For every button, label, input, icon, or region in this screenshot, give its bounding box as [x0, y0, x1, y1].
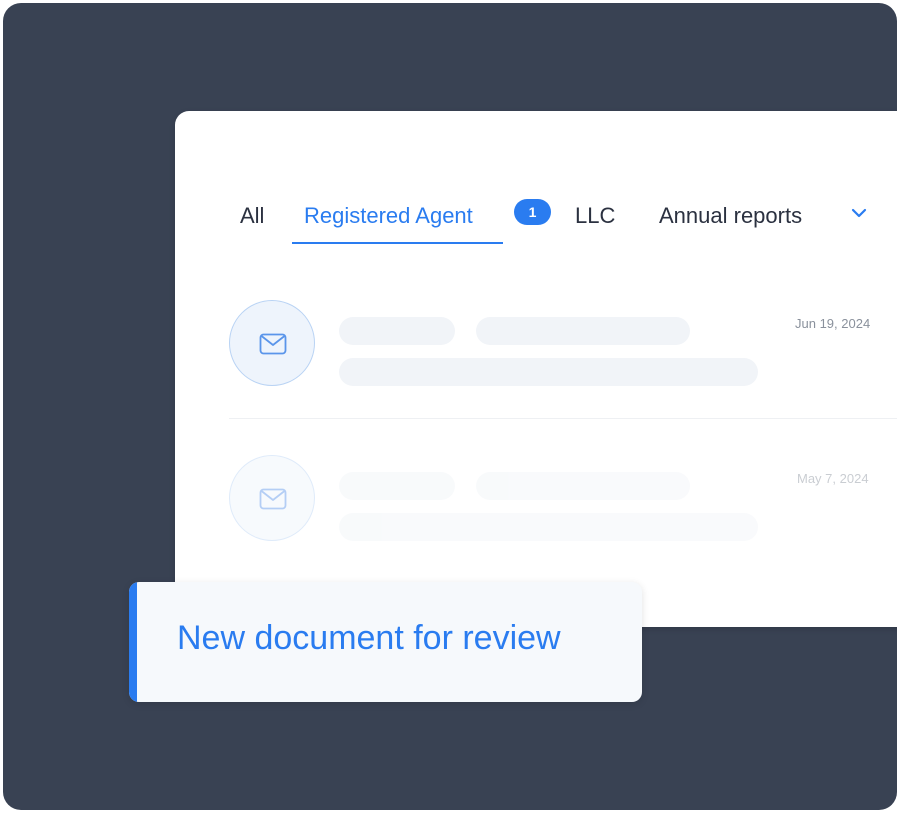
tab-annual-reports[interactable]: Annual reports: [659, 203, 802, 229]
toast-accent-bar: [129, 582, 137, 702]
tab-bar: All Registered Agent 1 LLC Annual report…: [175, 199, 897, 247]
chevron-down-icon[interactable]: [849, 203, 869, 223]
envelope-icon: [259, 488, 287, 510]
skeleton-sender: [339, 472, 455, 500]
documents-panel: All Registered Agent 1 LLC Annual report…: [175, 111, 897, 627]
list-item[interactable]: May 7, 2024: [175, 452, 897, 572]
message-date: Jun 19, 2024: [795, 316, 871, 331]
message-date: May 7, 2024: [797, 471, 869, 486]
app-frame: All Registered Agent 1 LLC Annual report…: [3, 3, 897, 810]
skeleton-subject: [476, 472, 690, 500]
unread-count-badge: 1: [514, 199, 551, 225]
tab-registered-agent[interactable]: Registered Agent: [304, 203, 473, 229]
message-avatar: [229, 300, 315, 386]
skeleton-sender: [339, 317, 455, 345]
skeleton-preview: [339, 513, 758, 541]
skeleton-subject: [476, 317, 690, 345]
active-tab-indicator: [292, 242, 503, 244]
skeleton-preview: [339, 358, 758, 386]
divider: [229, 418, 897, 419]
tab-all[interactable]: All: [240, 203, 264, 229]
notification-toast[interactable]: New document for review: [129, 582, 642, 702]
tab-llc[interactable]: LLC: [575, 203, 615, 229]
list-item[interactable]: Jun 19, 2024: [175, 297, 897, 417]
toast-message: New document for review: [177, 619, 561, 657]
message-avatar: [229, 455, 315, 541]
envelope-icon: [259, 333, 287, 355]
